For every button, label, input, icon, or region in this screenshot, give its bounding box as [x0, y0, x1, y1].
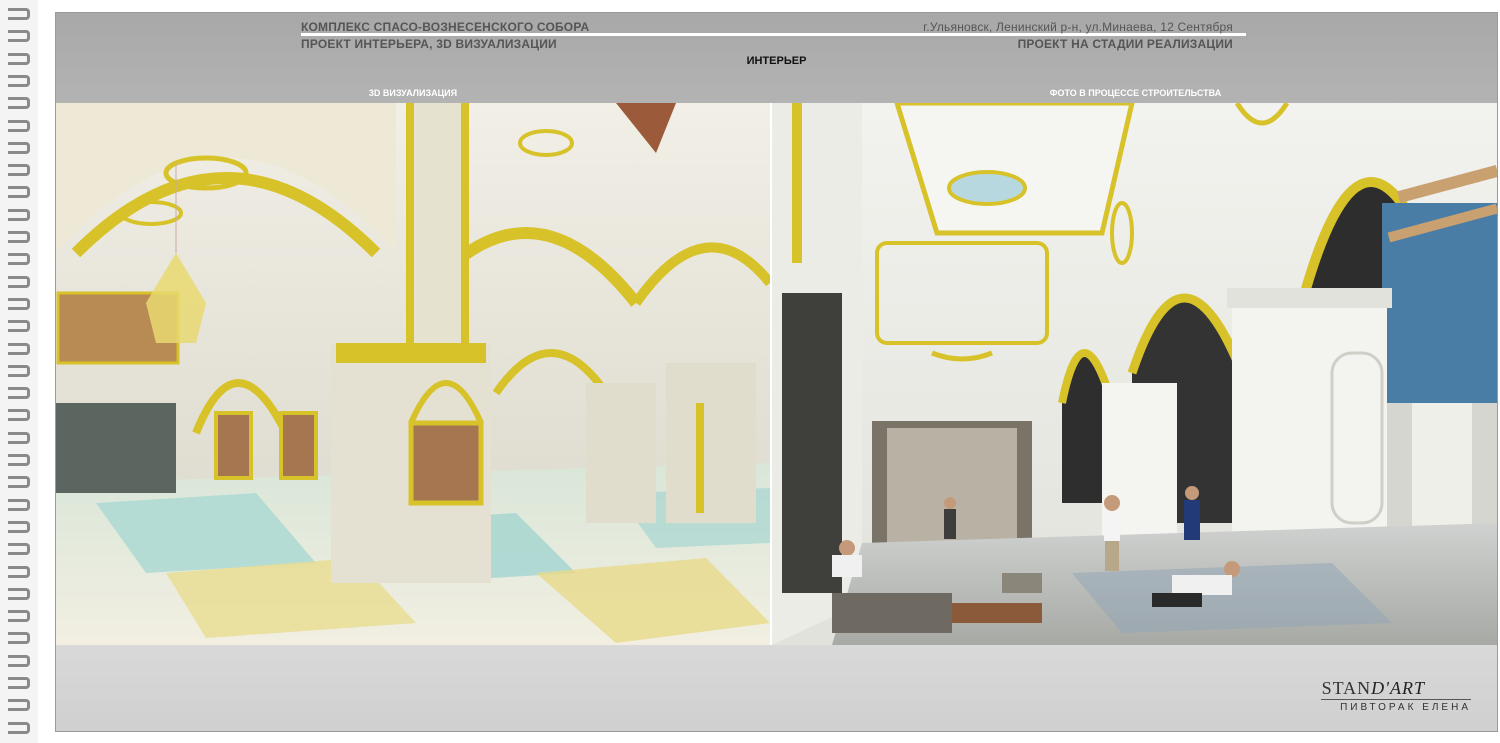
logo-author: ПИВТОРАК ЕЛЕНА: [1340, 702, 1471, 713]
binding-ring: [8, 699, 30, 712]
binding-ring: [8, 8, 30, 20]
project-subtitle: ПРОЕКТ ИНТЕРЬЕРА, 3D ВИЗУАЛИЗАЦИИ: [301, 37, 557, 51]
image-row: [56, 103, 1497, 645]
binding-ring: [8, 231, 30, 243]
header-band: КОМПЛЕКС СПАСО-ВОЗНЕСЕНСКОГО СОБОРА ПРОЕ…: [56, 13, 1497, 103]
binding-ring: [8, 610, 30, 623]
project-address: г.Ульяновск, Ленинский р-н, ул.Минаева, …: [923, 20, 1233, 34]
project-title: КОМПЛЕКС СПАСО-ВОЗНЕСЕНСКОГО СОБОРА: [301, 20, 590, 34]
logo-wordmark: STAND'ART: [1322, 678, 1425, 699]
binding-ring: [8, 632, 30, 645]
logo-brand-a: STAN: [1321, 678, 1372, 698]
photo-label: ФОТО В ПРОЦЕССЕ СТРОИТЕЛЬСТВА: [1049, 88, 1222, 98]
binding-ring: [8, 454, 30, 466]
render-label: 3D ВИЗУАЛИЗАЦИЯ: [368, 88, 458, 98]
photo-illustration: [772, 103, 1497, 645]
binding-ring: [8, 498, 30, 511]
binding-ring: [8, 97, 30, 110]
binding-ring: [8, 253, 30, 266]
binding-ring: [8, 208, 30, 221]
binding-ring: [8, 565, 30, 578]
studio-logo: STAND'ART ПИВТОРАК ЕЛЕНА: [1301, 673, 1471, 723]
binding-ring: [8, 164, 30, 177]
binding-ring: [8, 342, 30, 355]
binding-ring: [8, 119, 30, 132]
binding-ring: [8, 297, 30, 310]
binding-ring: [8, 141, 30, 154]
binding-ring: [8, 275, 30, 288]
binding-ring: [8, 320, 30, 333]
binding-ring: [8, 654, 30, 667]
binding-ring: [8, 186, 30, 199]
binding-ring: [8, 587, 30, 600]
presentation-sheet: КОМПЛЕКС СПАСО-ВОЗНЕСЕНСКОГО СОБОРА ПРОЕ…: [55, 12, 1498, 732]
construction-photo: [772, 103, 1497, 645]
binding-ring: [8, 52, 30, 65]
binding-ring: [8, 721, 30, 734]
binding-ring: [8, 387, 30, 400]
render-image: [56, 103, 770, 645]
section-title: ИНТЕРЬЕР: [746, 55, 807, 67]
binding-ring: [8, 431, 30, 444]
footer-band: STAND'ART ПИВТОРАК ЕЛЕНА: [56, 645, 1497, 731]
render-illustration: [56, 103, 770, 645]
binding-ring: [8, 677, 30, 689]
binding-ring: [8, 364, 30, 377]
binding-ring: [8, 74, 30, 87]
binding-ring: [8, 476, 30, 489]
logo-brand-b: D'ART: [1371, 678, 1425, 698]
binding-ring: [8, 520, 30, 533]
spiral-binding: [0, 0, 38, 743]
project-stage: ПРОЕКТ НА СТАДИИ РЕАЛИЗАЦИИ: [1017, 37, 1233, 51]
binding-ring: [8, 30, 30, 43]
binding-ring: [8, 409, 30, 422]
logo-divider: [1321, 699, 1471, 700]
binding-ring: [8, 543, 30, 556]
